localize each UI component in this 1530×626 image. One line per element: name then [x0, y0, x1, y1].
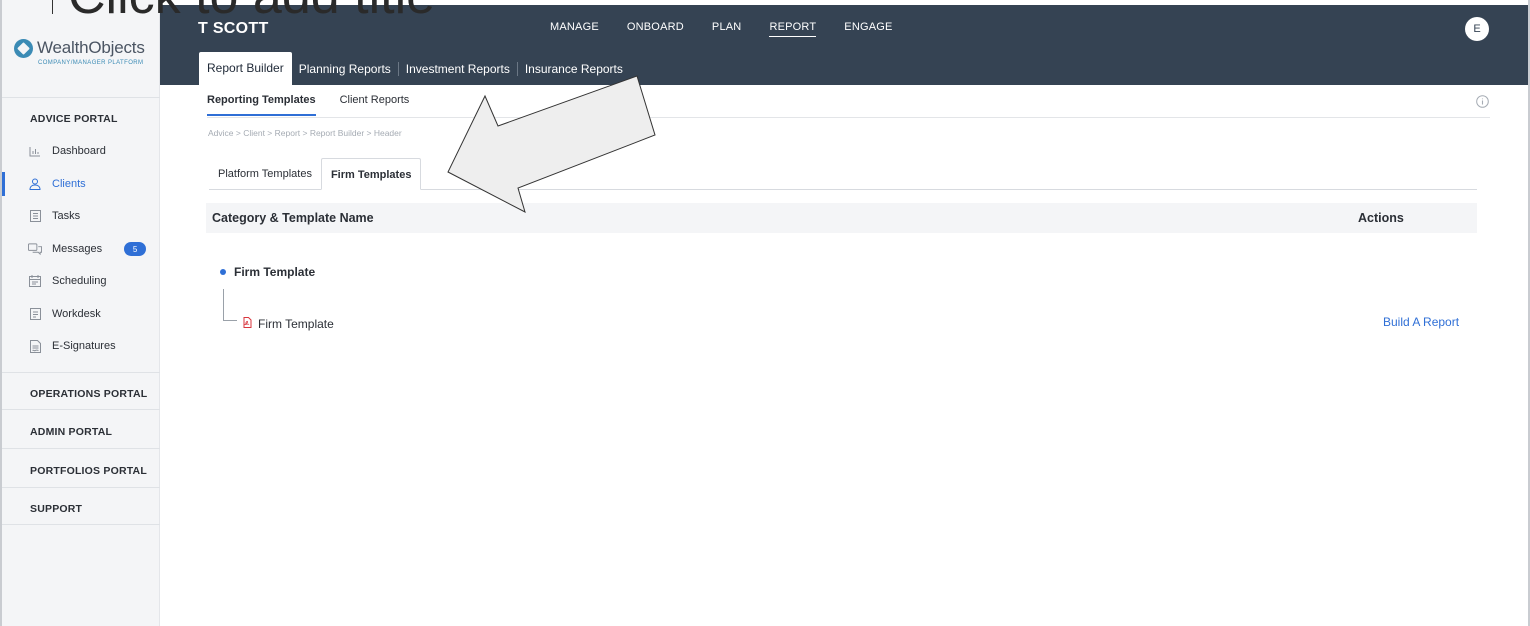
- tab-firm-templates[interactable]: Firm Templates: [320, 158, 422, 190]
- callout-arrow: [447, 75, 656, 213]
- slide-title-placeholder[interactable]: Click to add title: [68, 0, 435, 22]
- text-cursor: [52, 0, 53, 14]
